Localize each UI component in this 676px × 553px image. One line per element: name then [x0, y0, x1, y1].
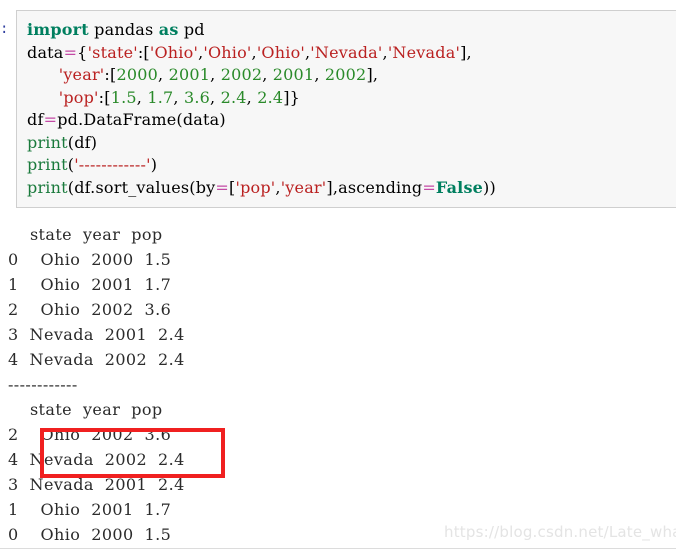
code-token: import: [27, 20, 89, 39]
code-token: 2.4: [220, 87, 247, 107]
output-line: 4 Nevada 2002 2.4: [8, 450, 185, 469]
code-token: pd: [178, 20, 205, 39]
output-line: 4 Nevada 2002 2.4: [8, 350, 185, 369]
code-token: pd.DataFrame(data): [57, 110, 226, 129]
output-line: state year pop: [8, 400, 163, 419]
output-line: 3 Nevada 2001 2.4: [8, 325, 185, 344]
code-token: ,: [262, 65, 273, 84]
code-token: ,: [314, 65, 325, 84]
code-line: print(df.sort_values(by=['pop','year'],a…: [27, 177, 676, 200]
output-line: 2 Ohio 2002 3.6: [8, 425, 172, 444]
code-token: 'year': [58, 65, 105, 84]
code-line: df=pd.DataFrame(data): [27, 109, 676, 132]
code-token: ,: [173, 87, 184, 107]
output-line: 1 Ohio 2001 1.7: [8, 500, 172, 519]
code-token: print: [27, 155, 68, 174]
code-token: :[: [137, 42, 150, 62]
code-token: =: [43, 110, 58, 129]
code-token: 2001: [272, 65, 315, 84]
code-token: 'state': [87, 42, 138, 62]
output-line: 2 Ohio 2002 3.6: [8, 300, 172, 319]
code-token: ,: [209, 87, 221, 107]
output-line: state year pop: [8, 225, 163, 244]
code-token: 'Ohio': [149, 42, 199, 62]
code-token: data: [27, 42, 64, 62]
code-token: ,: [136, 87, 148, 107]
code-token: (df): [67, 132, 98, 152]
code-line: print(df): [27, 132, 676, 155]
code-token: =: [63, 42, 78, 62]
code-input-cell[interactable]: import pandas as pd data={'state':['Ohio'…: [16, 10, 676, 208]
code-token: 'Ohio': [256, 42, 305, 62]
code-token: 'year': [280, 177, 327, 197]
code-token: 'Nevada': [310, 42, 383, 62]
code-line: 'pop':[1.5, 1.7, 3.6, 2.4, 2.4]}: [27, 87, 676, 110]
code-token: 'pop': [235, 177, 276, 197]
csdn-watermark: https://blog.csdn.net/Late_whale: [444, 523, 676, 541]
code-token: )): [483, 177, 496, 197]
code-token: :[: [104, 65, 117, 84]
code-token: 3.6: [183, 87, 210, 107]
code-token: :[: [98, 87, 111, 107]
cell-output-area: state year pop 0 Ohio 2000 1.5 1 Ohio 2001…: [0, 222, 676, 547]
code-token: 2002: [324, 65, 367, 84]
code-token: 2.4: [257, 87, 284, 107]
code-token: =: [215, 177, 230, 197]
code-token: ],ascending: [326, 177, 423, 197]
code-token: ],: [366, 65, 379, 84]
code-token: False: [435, 177, 484, 197]
output-line: 1 Ohio 2001 1.7: [8, 275, 172, 294]
code-token: ,: [246, 87, 258, 107]
output-line: ------------: [8, 375, 78, 394]
code-token: 2001: [168, 65, 211, 84]
code-line: import pandas as pd: [27, 19, 676, 42]
code-token: ],: [460, 42, 472, 62]
page-bottom-divider: [0, 548, 676, 549]
code-token: 2002: [220, 65, 263, 84]
code-token: ): [150, 155, 158, 174]
code-token: df: [27, 110, 44, 129]
code-token: ,: [158, 65, 169, 84]
code-token: ]}: [283, 87, 301, 107]
code-token: (df.sort_values(by: [67, 177, 216, 197]
code-token: pandas: [88, 20, 159, 39]
code-line: 'year':[2000, 2001, 2002, 2001, 2002],: [27, 64, 676, 87]
code-token: 'pop': [58, 87, 99, 107]
code-line: print('------------'): [27, 154, 676, 177]
output-line: 3 Nevada 2001 2.4: [8, 475, 185, 494]
code-token: {: [77, 42, 88, 62]
code-token: as: [158, 20, 179, 39]
code-token: =: [422, 177, 436, 197]
code-token: 'Ohio': [203, 42, 252, 62]
code-token: 'Nevada': [387, 42, 461, 62]
cell-prompt-label: :: [0, 22, 9, 36]
code-token: ,: [210, 65, 221, 84]
code-token: 1.5: [110, 87, 137, 107]
code-lines-container: import pandas as pd data={'state':['Ohio'…: [27, 19, 676, 199]
code-token: print: [27, 177, 68, 197]
code-line: data={'state':['Ohio','Ohio','Ohio','Nev…: [27, 42, 676, 65]
output-line: 0 Ohio 2000 1.5: [8, 250, 172, 269]
code-token: '------------': [74, 155, 151, 174]
code-token: 1.7: [147, 87, 174, 107]
code-token: 2000: [116, 65, 158, 84]
code-token: print: [27, 132, 68, 152]
